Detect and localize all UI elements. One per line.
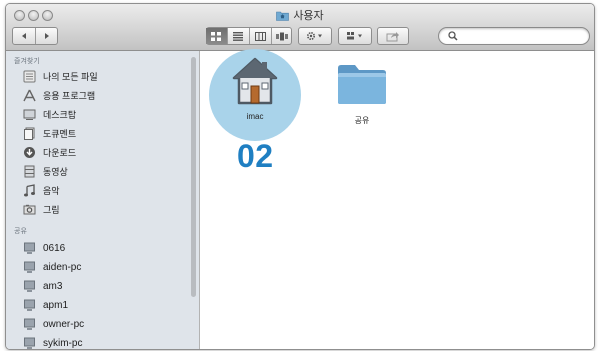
file-item-shared-folder[interactable]: 공유: [333, 62, 391, 126]
arrange-menu-button[interactable]: [338, 27, 372, 45]
sidebar-item-label: 0616: [43, 243, 66, 254]
coverflow-icon: [276, 32, 288, 40]
columns-icon: [254, 31, 266, 41]
finder-window: 사용자 즐겨찾기 나의 모든 파일 응용 프로그램 데스크탑 도큐멘트 다운로드…: [5, 3, 595, 350]
file-item-label: imac: [246, 112, 264, 121]
search-input[interactable]: [461, 29, 581, 43]
forward-arrow-icon: [45, 33, 49, 39]
sidebar: 즐겨찾기 나의 모든 파일 응용 프로그램 데스크탑 도큐멘트 다운로드 동영상…: [6, 51, 200, 349]
forward-button[interactable]: [35, 28, 58, 44]
sidebar-item-music[interactable]: 음악: [22, 182, 60, 199]
arrange-icon: [347, 32, 362, 40]
list-icon: [233, 31, 243, 41]
pictures-icon: [22, 203, 36, 217]
column-view-button[interactable]: [248, 28, 271, 44]
sidebar-item-label: 데스크탑: [43, 110, 77, 120]
sidebar-item-label: am3: [43, 281, 63, 292]
sidebar-item-downloads[interactable]: 다운로드: [22, 144, 76, 161]
back-arrow-icon: [21, 33, 26, 39]
sidebar-item-label: apm1: [43, 300, 69, 311]
sidebar-item-desktop[interactable]: 데스크탑: [22, 106, 76, 123]
computer-icon: [22, 318, 36, 332]
sidebar-item-label: 그림: [43, 205, 60, 215]
computer-icon: [22, 337, 36, 349]
view-mode-control: [205, 27, 293, 45]
sidebar-item-label: 도큐멘트: [43, 129, 77, 139]
sidebar-item-shared-owner-pc[interactable]: owner-pc: [22, 316, 84, 333]
sidebar-header-favorites: 즐겨찾기: [14, 58, 40, 65]
list-view-button[interactable]: [226, 28, 249, 44]
search-field[interactable]: [438, 27, 590, 45]
music-icon: [22, 184, 36, 198]
computer-icon: [22, 242, 36, 256]
sidebar-item-all-files[interactable]: 나의 모든 파일: [22, 68, 98, 85]
computer-icon: [22, 280, 36, 294]
step-number-label: 02: [237, 138, 274, 174]
folder-icon: [338, 65, 386, 104]
sidebar-item-shared-0616[interactable]: 0616: [22, 240, 65, 257]
sidebar-item-label: 나의 모든 파일: [43, 72, 98, 82]
back-button[interactable]: [12, 28, 35, 44]
nav-buttons: [12, 27, 58, 45]
computer-icon: [22, 261, 36, 275]
icon-view-button[interactable]: [205, 28, 227, 44]
sidebar-item-label: owner-pc: [43, 319, 85, 330]
all-files-icon: [22, 70, 36, 84]
sidebar-item-movies[interactable]: 동영상: [22, 163, 68, 180]
file-item-label: 공유: [354, 116, 370, 125]
coverflow-view-button[interactable]: [270, 28, 293, 44]
sidebar-item-shared-apm1[interactable]: apm1: [22, 297, 68, 314]
share-icon: [386, 31, 399, 41]
documents-icon: [22, 127, 36, 141]
sidebar-item-shared-sykim-pc[interactable]: sykim-pc: [22, 335, 83, 349]
sidebar-header-shared: 공유: [14, 228, 27, 235]
title-bar: 사용자: [6, 4, 594, 51]
grid-icon: [211, 31, 221, 41]
gear-icon: [306, 31, 322, 41]
desktop-icon: [22, 108, 36, 122]
computer-icon: [22, 299, 36, 313]
action-menu-button[interactable]: [298, 27, 332, 45]
home-folder-icon: [232, 57, 278, 105]
home-folder-icon: [276, 10, 290, 24]
search-icon: [448, 31, 458, 41]
sidebar-item-shared-aiden-pc[interactable]: aiden-pc: [22, 259, 81, 276]
sidebar-item-label: 다운로드: [43, 148, 77, 158]
sidebar-scrollbar[interactable]: [191, 57, 196, 297]
applications-icon: [22, 89, 36, 103]
sidebar-item-label: sykim-pc: [43, 338, 83, 349]
file-browser-content: imac 공유 02: [200, 49, 594, 349]
sidebar-item-pictures[interactable]: 그림: [22, 201, 60, 218]
movies-icon: [22, 165, 36, 179]
sidebar-item-label: 동영상: [43, 167, 68, 177]
sidebar-item-label: aiden-pc: [43, 262, 82, 273]
sidebar-item-label: 음악: [43, 186, 60, 196]
sidebar-item-shared-am3[interactable]: am3: [22, 278, 62, 295]
file-item-imac[interactable]: imac: [226, 55, 284, 121]
downloads-icon: [22, 146, 36, 160]
sidebar-item-label: 응용 프로그램: [43, 91, 96, 101]
sidebar-item-applications[interactable]: 응용 프로그램: [22, 87, 95, 104]
window-title: 사용자: [6, 7, 594, 24]
share-button[interactable]: [377, 27, 409, 45]
sidebar-item-documents[interactable]: 도큐멘트: [22, 125, 76, 142]
window-title-text: 사용자: [293, 10, 324, 22]
